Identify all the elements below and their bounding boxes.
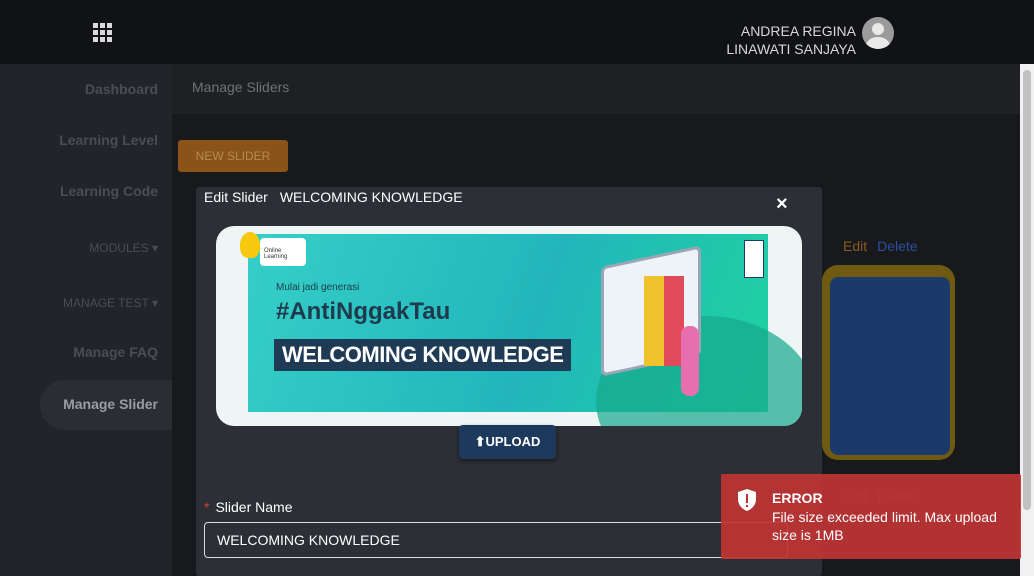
sidebar-item-modules[interactable]: MODULES ▾ (89, 241, 158, 255)
banner-subtitle: Mulai jadi generasi (276, 282, 360, 293)
banner-tag: Online Learning (260, 238, 306, 266)
edit-link[interactable]: Edit (843, 238, 867, 254)
slider-card-image (822, 265, 955, 460)
error-toast[interactable]: ERROR File size exceeded limit. Max uplo… (721, 474, 1021, 559)
lightbulb-icon (240, 232, 260, 258)
logo-badge (744, 240, 764, 278)
caret-down-icon: ▾ (151, 241, 158, 255)
toast-title: ERROR (772, 490, 823, 506)
top-navbar: ANDREA REGINA LINAWATI SANJAYA (0, 0, 1034, 64)
close-icon[interactable]: × (776, 193, 788, 216)
caret-down-icon: ▾ (151, 296, 158, 310)
delete-link[interactable]: Delete (877, 238, 917, 254)
page-scrollbar[interactable] (1020, 64, 1034, 576)
sidebar-item-learning-level[interactable]: Learning Level (59, 132, 158, 148)
slider-name-label: * Slider Name (204, 499, 293, 515)
page-header: Manage Sliders (172, 64, 1020, 114)
new-slider-button[interactable]: NEW SLIDER (178, 140, 288, 172)
avatar[interactable] (862, 17, 894, 49)
page-title: Manage Sliders (192, 79, 290, 95)
sidebar-item-manage-test[interactable]: MANAGE TEST ▾ (63, 296, 158, 310)
person-illustration (681, 326, 699, 396)
modal-title: Edit Slider WELCOMING KNOWLEDGE (204, 189, 463, 205)
slider-card-actions: Edit Delete (843, 238, 918, 254)
sidebar: Dashboard Learning Level Learning Code M… (0, 64, 172, 576)
user-name[interactable]: ANDREA REGINA LINAWATI SANJAYA (726, 22, 856, 58)
banner-headline: WELCOMING KNOWLEDGE (274, 339, 572, 371)
sidebar-item-learning-code[interactable]: Learning Code (60, 183, 158, 199)
upload-icon: ⬆ (474, 434, 486, 449)
apps-grid-icon[interactable] (93, 23, 113, 42)
shield-alert-icon (738, 489, 756, 511)
slider-image-preview: Online Learning Mulai jadi generasi #Ant… (216, 226, 802, 426)
required-asterisk: * (204, 499, 210, 515)
upload-button[interactable]: ⬆UPLOAD (459, 425, 556, 459)
books-illustration (644, 276, 684, 366)
toast-message: File size exceeded limit. Max upload siz… (772, 509, 997, 543)
slider-name-input[interactable] (204, 522, 788, 558)
banner-hashtag: #AntiNggakTau (276, 298, 451, 325)
sidebar-item-manage-slider[interactable]: Manage Slider (40, 380, 172, 430)
sidebar-item-dashboard[interactable]: Dashboard (85, 81, 158, 97)
sidebar-item-manage-faq[interactable]: Manage FAQ (73, 344, 158, 360)
